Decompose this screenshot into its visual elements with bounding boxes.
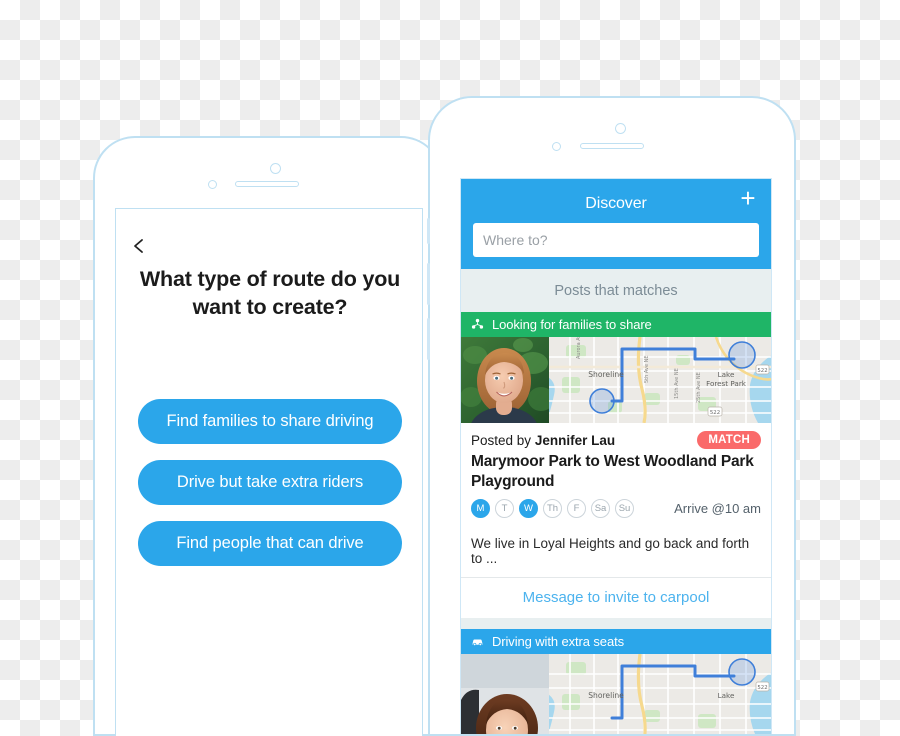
post-card[interactable]: Driving with extra seats 522 Shoreline L… bbox=[461, 628, 771, 734]
day-selector: M T W Th F Sa Su bbox=[471, 498, 634, 518]
right-phone-screen: Discover + Posts that matches Looking fo… bbox=[460, 178, 772, 734]
app-title: Discover bbox=[585, 195, 647, 212]
mute-switch bbox=[427, 218, 430, 244]
left-phone-frame: What type of route do you want to create… bbox=[93, 136, 444, 736]
svg-text:Forest Park: Forest Park bbox=[706, 379, 747, 388]
car-icon bbox=[472, 639, 483, 646]
route-map-thumbnail[interactable]: 522 Shoreline Lake bbox=[549, 653, 771, 734]
card-media: 522 Shoreline Lake bbox=[461, 653, 771, 734]
svg-text:Lake: Lake bbox=[718, 691, 735, 700]
card-banner-looking-for-families: Looking for families to share bbox=[461, 312, 771, 337]
route-type-choices: Find families to share driving Drive but… bbox=[138, 399, 402, 582]
route-title: Marymoor Park to West Woodland Park Play… bbox=[471, 453, 754, 490]
svg-text:5th Ave NE: 5th Ave NE bbox=[644, 355, 650, 383]
page-title: What type of route do you want to create… bbox=[139, 267, 401, 320]
card-body: Posted by Jennifer Lau MATCH Marymoor Pa… bbox=[461, 423, 771, 577]
status-badge: MATCH bbox=[697, 431, 761, 449]
camera-icon bbox=[270, 163, 281, 174]
message-to-invite-link[interactable]: Message to invite to carpool bbox=[461, 576, 771, 618]
posted-row: Posted by Jennifer Lau MATCH bbox=[471, 431, 761, 449]
posted-by-prefix: Posted by bbox=[471, 432, 532, 448]
arrival-time: Arrive @10 am bbox=[674, 500, 761, 516]
avatar bbox=[461, 337, 549, 423]
sensor-icon bbox=[552, 142, 561, 151]
people-share-icon bbox=[471, 318, 484, 329]
avatar bbox=[461, 653, 549, 734]
day-pill-wednesday[interactable]: W bbox=[519, 498, 538, 518]
choice-find-families-button[interactable]: Find families to share driving bbox=[138, 399, 402, 444]
card-banner-driving-with-extra-seats: Driving with extra seats bbox=[461, 628, 771, 654]
svg-text:Aurora Ave N: Aurora Ave N bbox=[576, 337, 582, 359]
card-separator bbox=[461, 617, 771, 629]
camera-icon bbox=[615, 123, 626, 134]
plus-icon[interactable]: + bbox=[737, 185, 759, 211]
svg-text:522: 522 bbox=[710, 410, 720, 416]
svg-text:Shoreline: Shoreline bbox=[588, 370, 624, 379]
volume-button bbox=[427, 263, 430, 305]
card-banner-label: Driving with extra seats bbox=[492, 633, 624, 649]
days-row: M T W Th F Sa Su Arrive @10 am bbox=[471, 498, 761, 518]
choice-drive-extra-riders-button[interactable]: Drive but take extra riders bbox=[138, 460, 402, 505]
chevron-left-icon[interactable] bbox=[130, 237, 148, 255]
day-pill-sunday[interactable]: Su bbox=[615, 498, 634, 518]
posted-by-text: Posted by Jennifer Lau bbox=[471, 433, 615, 448]
poster-name: Jennifer Lau bbox=[534, 432, 616, 448]
day-pill-thursday[interactable]: Th bbox=[543, 498, 562, 518]
search-input[interactable] bbox=[473, 223, 759, 257]
card-banner-label: Looking for families to share bbox=[492, 317, 652, 332]
card-description: We live in Loyal Heights and go back and… bbox=[471, 535, 750, 566]
app-header: Discover + bbox=[461, 179, 771, 269]
section-label-posts-that-matches: Posts that matches bbox=[461, 269, 771, 312]
svg-text:25th Ave NE: 25th Ave NE bbox=[696, 372, 702, 403]
left-phone-screen: What type of route do you want to create… bbox=[115, 208, 423, 736]
svg-text:522: 522 bbox=[757, 368, 767, 374]
post-card[interactable]: Looking for families to share 522 522 Sh… bbox=[461, 312, 771, 618]
card-media: 522 522 Shoreline Lake Forest Park 5th A… bbox=[461, 337, 771, 423]
right-phone-frame: Discover + Posts that matches Looking fo… bbox=[427, 96, 796, 736]
speaker-grille bbox=[580, 143, 644, 149]
choice-find-drivers-button[interactable]: Find people that can drive bbox=[138, 521, 402, 566]
svg-text:15th Ave NE: 15th Ave NE bbox=[674, 368, 680, 399]
route-map-thumbnail[interactable]: 522 522 Shoreline Lake Forest Park 5th A… bbox=[549, 337, 771, 423]
volume-button bbox=[427, 318, 430, 360]
svg-text:522: 522 bbox=[757, 685, 767, 691]
svg-text:Shoreline: Shoreline bbox=[588, 691, 624, 700]
sensor-icon bbox=[208, 180, 217, 189]
speaker-grille bbox=[235, 181, 299, 187]
day-pill-monday[interactable]: M bbox=[471, 498, 490, 518]
day-pill-friday[interactable]: F bbox=[567, 498, 586, 518]
day-pill-saturday[interactable]: Sa bbox=[591, 498, 610, 518]
day-pill-tuesday[interactable]: T bbox=[495, 498, 514, 518]
svg-text:Lake: Lake bbox=[718, 370, 735, 379]
